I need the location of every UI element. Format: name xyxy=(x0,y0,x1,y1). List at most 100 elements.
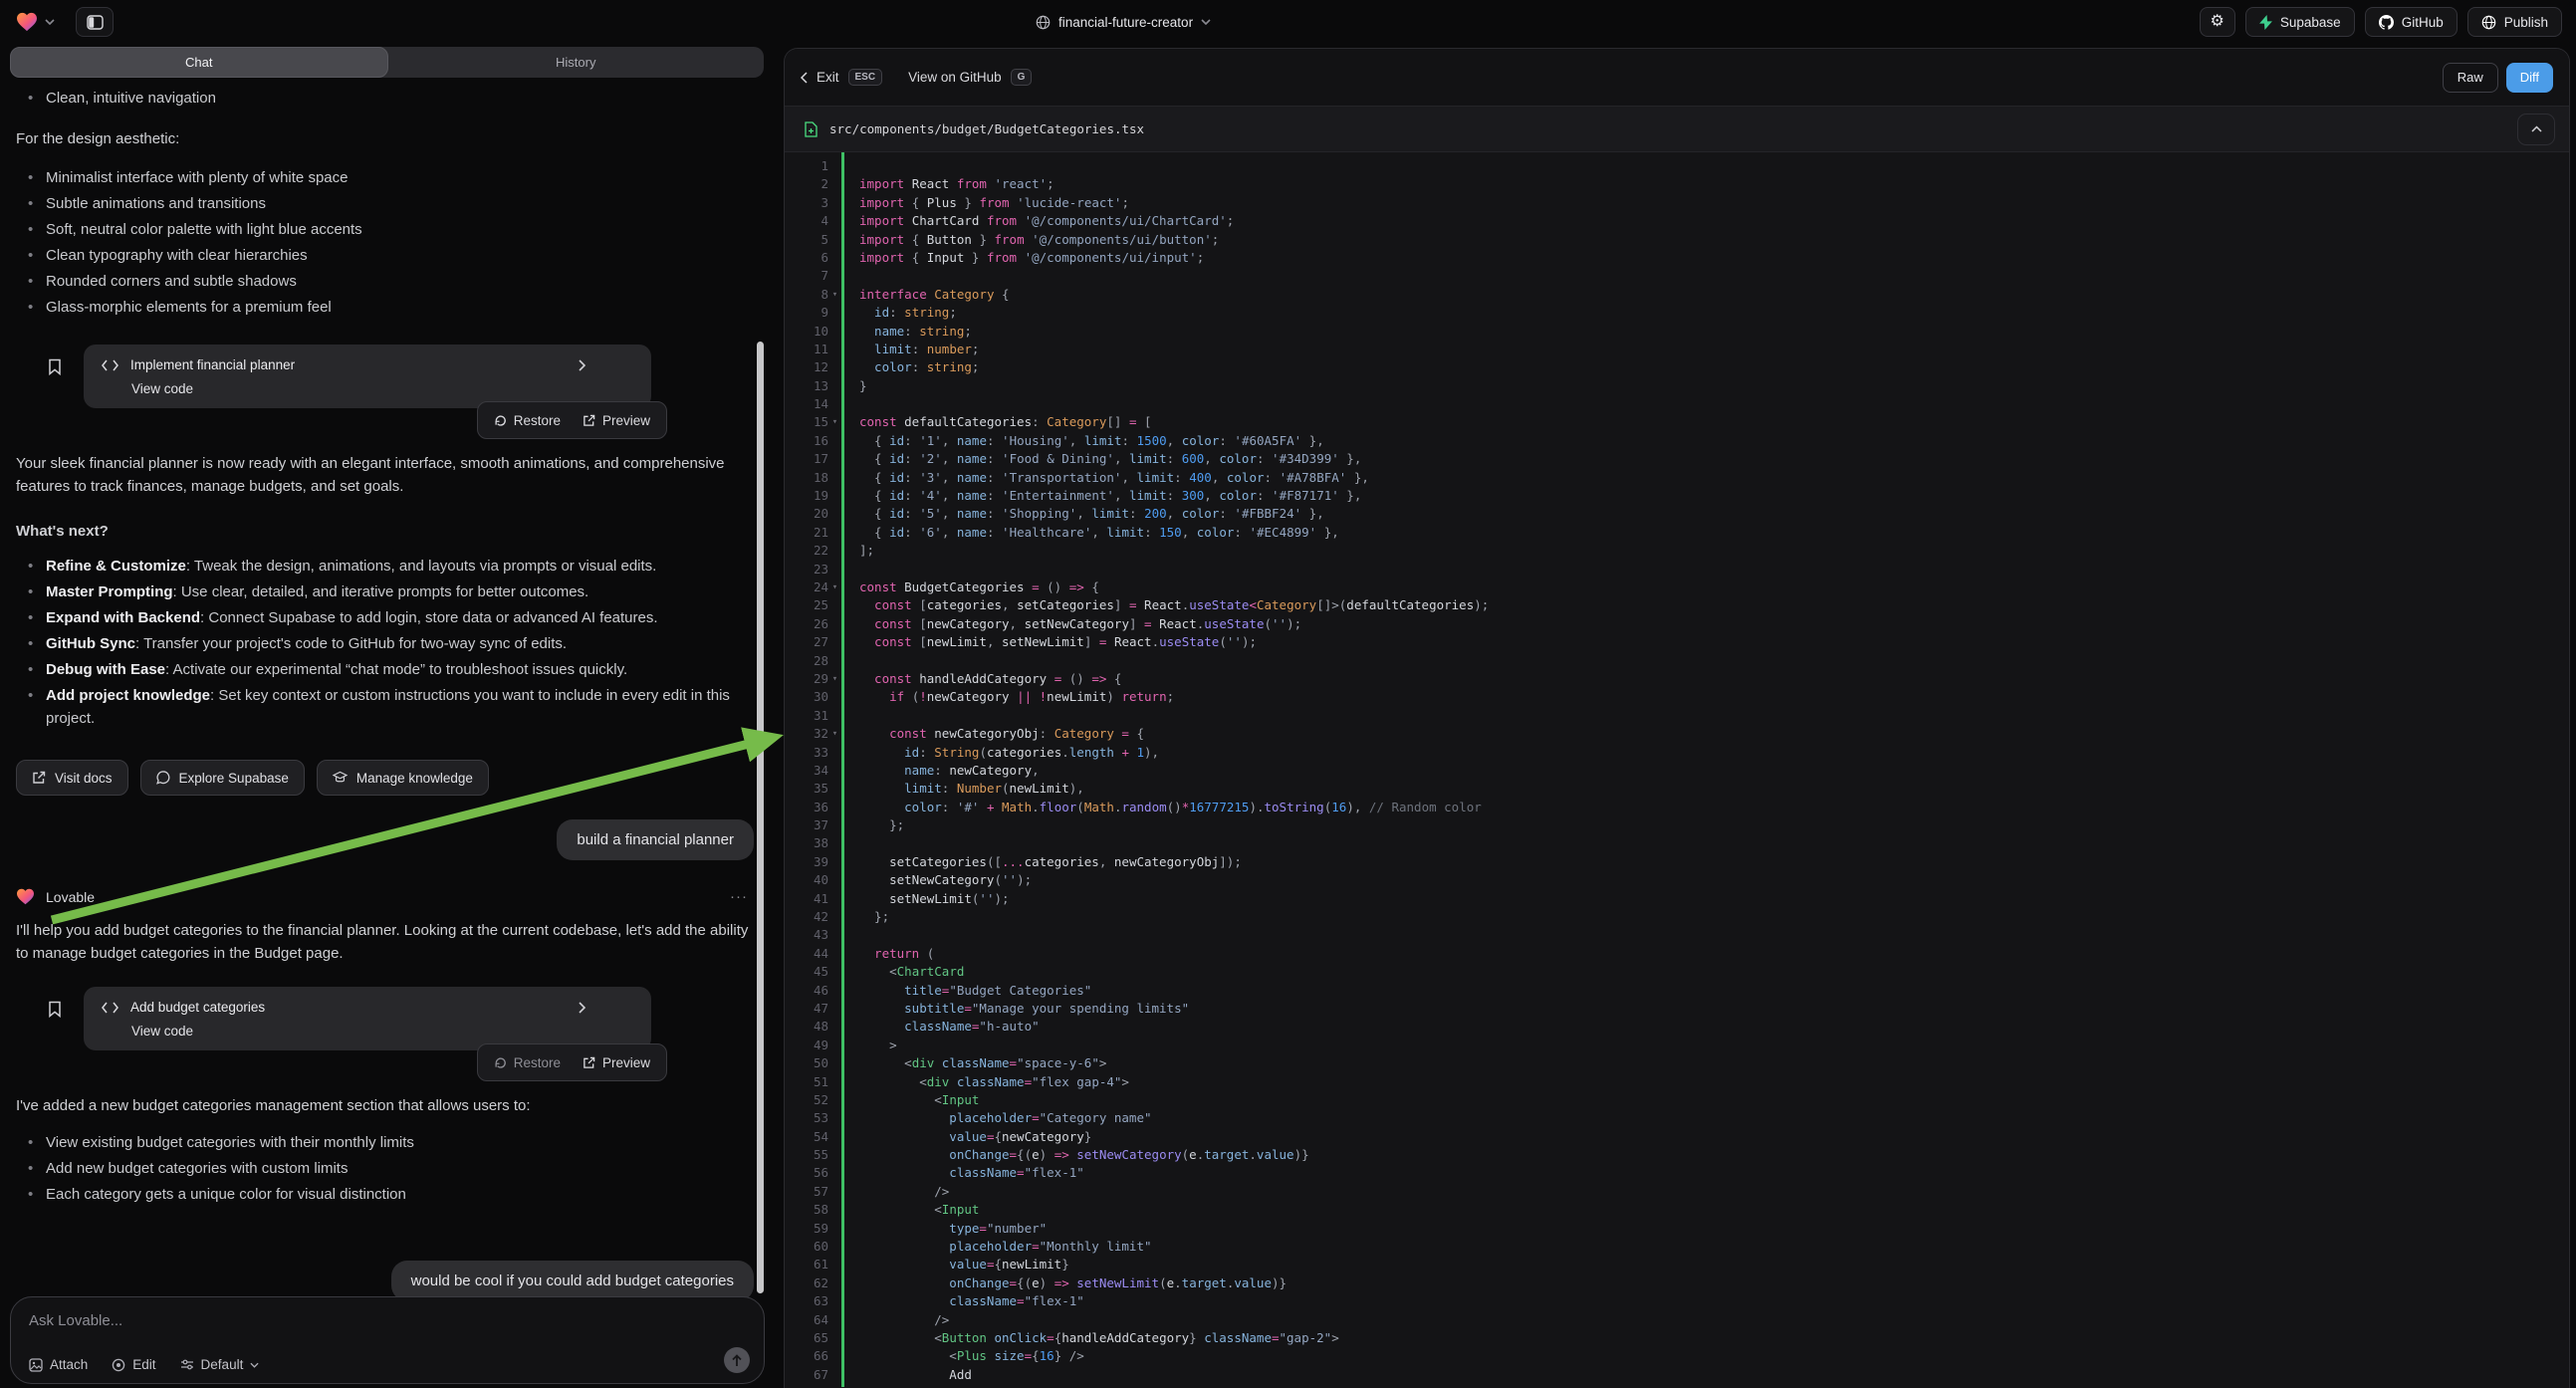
settings-button[interactable]: ⚙ xyxy=(2200,7,2235,37)
composer-placeholder: Ask Lovable... xyxy=(29,1312,122,1329)
code-line: 62 onChange={(e) => setNewLimit(e.target… xyxy=(785,1274,2569,1292)
chat-panel: Chat History Clean, intuitive navigation… xyxy=(0,44,772,1388)
code-line: 34 name: newCategory, xyxy=(785,762,2569,780)
code-line: 46 title="Budget Categories" xyxy=(785,982,2569,1000)
code-line: 17 { id: '2', name: 'Food & Dining', lim… xyxy=(785,450,2569,468)
tab-chat[interactable]: Chat xyxy=(10,47,388,78)
code-line: 13} xyxy=(785,377,2569,395)
view-code-link[interactable]: View code xyxy=(131,381,633,396)
github-button[interactable]: GitHub xyxy=(2365,7,2458,37)
code-line: 2import React from 'react'; xyxy=(785,175,2569,193)
list-item: Minimalist interface with plenty of whit… xyxy=(16,166,754,189)
code-line: 36 color: '#' + Math.floor(Math.random()… xyxy=(785,799,2569,816)
code-line: 44 return ( xyxy=(785,945,2569,963)
view-on-github-button[interactable]: View on GitHub G xyxy=(908,69,1032,86)
user-message: would be cool if you could add budget ca… xyxy=(391,1261,754,1301)
chat-scrollbar-thumb[interactable] xyxy=(757,342,764,1293)
code-line: 4import ChartCard from '@/components/ui/… xyxy=(785,212,2569,230)
code-line: 32▾ const newCategoryObj: Category = { xyxy=(785,725,2569,743)
send-button[interactable] xyxy=(724,1347,750,1373)
code-line: 8▾interface Category { xyxy=(785,286,2569,304)
code-line: 58 <Input xyxy=(785,1201,2569,1219)
preview-button[interactable]: Preview xyxy=(583,1055,650,1070)
message-menu-button[interactable]: ··· xyxy=(730,888,748,905)
diff-toggle-button[interactable]: Diff xyxy=(2506,63,2553,93)
list-item: Refine & Customize: Tweak the design, an… xyxy=(16,555,754,578)
file-path: src/components/budget/BudgetCategories.t… xyxy=(829,121,1144,136)
user-message: build a financial planner xyxy=(557,819,754,860)
code-line: 41 setNewLimit(''); xyxy=(785,890,2569,908)
tab-history[interactable]: History xyxy=(388,47,765,78)
topbar: financial-future-creator ⚙ Supabase GitH… xyxy=(0,0,2576,44)
list-item: Add new budget categories with custom li… xyxy=(16,1157,754,1180)
chat-composer[interactable]: Ask Lovable... Attach Edit Default xyxy=(10,1296,765,1384)
explore-supabase-button[interactable]: Explore Supabase xyxy=(140,760,305,796)
chat-scroll-area: Clean, intuitive navigation For the desi… xyxy=(0,80,772,1332)
code-line: 64 /> xyxy=(785,1311,2569,1329)
lovable-logo-icon[interactable] xyxy=(16,12,38,32)
added-bullet-list: View existing budget categories with the… xyxy=(16,1131,754,1206)
code-line: 27 const [newLimit, setNewLimit] = React… xyxy=(785,633,2569,651)
chevron-down-icon xyxy=(1201,19,1211,25)
restore-button[interactable]: Restore xyxy=(494,1055,561,1070)
design-heading: For the design aesthetic: xyxy=(16,127,754,150)
list-item: Clean typography with clear hierarchies xyxy=(16,244,754,267)
code-editor[interactable]: 12import React from 'react';3import { Pl… xyxy=(785,152,2569,1387)
chevron-right-icon xyxy=(579,1002,585,1014)
help-paragraph: I'll help you add budget categories to t… xyxy=(16,919,754,965)
code-lines: 12import React from 'react';3import { Pl… xyxy=(785,157,2569,1388)
code-line: 5import { Button } from '@/components/ui… xyxy=(785,231,2569,249)
list-item: Glass-morphic elements for a premium fee… xyxy=(16,296,754,319)
bookmark-icon[interactable] xyxy=(48,358,62,375)
external-link-icon xyxy=(32,771,46,785)
manage-knowledge-button[interactable]: Manage knowledge xyxy=(317,760,489,796)
list-item: GitHub Sync: Transfer your project's cod… xyxy=(16,632,754,655)
supabase-button[interactable]: Supabase xyxy=(2245,7,2355,37)
attach-button[interactable]: Attach xyxy=(29,1357,88,1372)
restore-button[interactable]: Restore xyxy=(494,413,561,428)
lovable-heart-icon xyxy=(16,888,35,905)
code-line: 18 { id: '3', name: 'Transportation', li… xyxy=(785,469,2569,487)
raw-toggle-button[interactable]: Raw xyxy=(2443,63,2498,93)
code-line: 49 > xyxy=(785,1037,2569,1054)
preview-button[interactable]: Preview xyxy=(583,413,650,428)
bookmark-icon[interactable] xyxy=(48,1001,62,1018)
chat-bubble-icon xyxy=(156,771,170,785)
code-line: 19 { id: '4', name: 'Entertainment', lim… xyxy=(785,487,2569,505)
code-line: 60 placeholder="Monthly limit" xyxy=(785,1238,2569,1256)
view-code-link[interactable]: View code xyxy=(131,1024,633,1039)
version-card-budget[interactable]: Add budget categories View code Restore … xyxy=(84,987,651,1050)
arrow-up-icon xyxy=(731,1354,743,1367)
external-link-icon xyxy=(583,1056,595,1069)
list-item: Expand with Backend: Connect Supabase to… xyxy=(16,606,754,629)
code-line: 6import { Input } from '@/components/ui/… xyxy=(785,249,2569,267)
code-line: 15▾const defaultCategories: Category[] =… xyxy=(785,413,2569,431)
code-line: 21 { id: '6', name: 'Healthcare', limit:… xyxy=(785,524,2569,542)
code-line: 56 className="flex-1" xyxy=(785,1164,2569,1182)
file-bar: src/components/budget/BudgetCategories.t… xyxy=(785,106,2569,152)
list-item: Each category gets a unique color for vi… xyxy=(16,1183,754,1206)
code-line: 38 xyxy=(785,834,2569,852)
code-line: 50 <div className="space-y-6"> xyxy=(785,1054,2569,1072)
design-bullet-list: Minimalist interface with plenty of whit… xyxy=(16,166,754,319)
added-paragraph: I've added a new budget categories manag… xyxy=(16,1094,754,1117)
chevron-down-icon[interactable] xyxy=(45,19,55,25)
version-card-planner[interactable]: Implement financial planner View code Re… xyxy=(84,345,651,408)
publish-button[interactable]: Publish xyxy=(2467,7,2562,37)
code-icon xyxy=(102,1002,118,1014)
collapse-file-button[interactable] xyxy=(2517,114,2555,145)
project-switcher[interactable]: financial-future-creator xyxy=(1036,0,1211,44)
g-key-hint: G xyxy=(1011,69,1033,86)
exit-button[interactable]: Exit ESC xyxy=(801,69,882,86)
code-line: 57 /> xyxy=(785,1183,2569,1201)
sidebar-toggle-button[interactable] xyxy=(76,7,114,37)
ready-paragraph: Your sleek financial planner is now read… xyxy=(16,452,754,498)
list-item: Clean, intuitive navigation xyxy=(16,87,754,110)
edit-button[interactable]: Edit xyxy=(112,1357,155,1372)
code-line: 14 xyxy=(785,395,2569,413)
chevron-left-icon xyxy=(801,72,808,84)
mode-selector[interactable]: Default xyxy=(180,1357,260,1372)
chevron-up-icon xyxy=(2531,125,2542,132)
visit-docs-button[interactable]: Visit docs xyxy=(16,760,128,796)
code-line: 12 color: string; xyxy=(785,358,2569,376)
